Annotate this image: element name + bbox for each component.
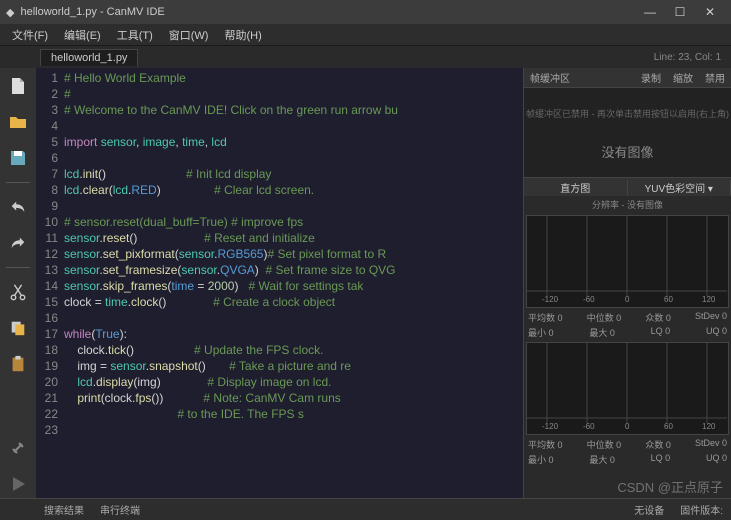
cut-button[interactable] — [4, 278, 32, 306]
save-button[interactable] — [4, 144, 32, 172]
svg-text:-120: -120 — [542, 422, 559, 431]
histogram-u: -120 -60 0 60 120 — [526, 342, 729, 435]
svg-text:-60: -60 — [583, 295, 595, 304]
search-results-tab[interactable]: 搜索结果 — [36, 500, 92, 519]
redo-button[interactable] — [4, 229, 32, 257]
disable-button[interactable]: 禁用 — [699, 68, 731, 87]
hist-stats-1b: 最小 0最大 0LQ 0UQ 0 — [524, 325, 731, 340]
title-bar: ◆ helloworld_1.py - CanMV IDE — ☐ ✕ — [0, 0, 731, 24]
status-bar: 搜索结果 串行终端 无设备 固件版本: — [0, 498, 731, 520]
menu-help[interactable]: 帮助(H) — [216, 25, 269, 45]
framebuffer-tab[interactable]: 帧缓冲区 — [524, 68, 576, 87]
record-button[interactable]: 录制 — [635, 68, 667, 87]
svg-text:120: 120 — [702, 422, 716, 431]
close-button[interactable]: ✕ — [695, 5, 725, 19]
run-button[interactable] — [4, 470, 32, 498]
new-file-button[interactable] — [4, 72, 32, 100]
hist-stats-2b: 最小 0最大 0LQ 0UQ 0 — [524, 452, 731, 467]
hist-stats-1: 平均数 0中位数 0众数 0StDev 0 — [524, 310, 731, 325]
editor-tab-bar: helloworld_1.py Line: 23, Col: 1 — [0, 46, 731, 68]
svg-text:0: 0 — [625, 295, 630, 304]
menu-file[interactable]: 文件(F) — [4, 25, 56, 45]
histogram-tab[interactable]: 直方图 — [524, 180, 628, 195]
menu-window[interactable]: 窗口(W) — [161, 25, 217, 45]
app-icon: ◆ — [6, 6, 14, 19]
copy-button[interactable] — [4, 314, 32, 342]
serial-terminal-tab[interactable]: 串行终端 — [92, 500, 148, 519]
menu-bar: 文件(F) 编辑(E) 工具(T) 窗口(W) 帮助(H) — [0, 24, 731, 46]
framebuffer-view: 帧缓冲区已禁用 - 再次单击禁用按钮以启用(右上角) 没有图像 — [524, 88, 731, 178]
left-toolbar — [0, 68, 36, 498]
svg-text:-120: -120 — [542, 295, 559, 304]
svg-text:120: 120 — [702, 295, 716, 304]
resolution-label: 分辨率 - 没有图像 — [524, 196, 731, 213]
histogram-y: -120 -60 0 60 120 — [526, 215, 729, 308]
menu-tools[interactable]: 工具(T) — [109, 25, 161, 45]
line-gutter: 1234567891011121314151617181920212223 — [36, 68, 64, 498]
window-title: helloworld_1.py - CanMV IDE — [20, 6, 164, 18]
svg-text:60: 60 — [664, 422, 673, 431]
code-editor[interactable]: 1234567891011121314151617181920212223 # … — [36, 68, 523, 498]
zoom-button[interactable]: 缩放 — [667, 68, 699, 87]
svg-text:-60: -60 — [583, 422, 595, 431]
svg-text:60: 60 — [664, 295, 673, 304]
open-file-button[interactable] — [4, 108, 32, 136]
code-content[interactable]: # Hello World Example## Welcome to the C… — [64, 68, 523, 498]
undo-button[interactable] — [4, 193, 32, 221]
fb-hint: 帧缓冲区已禁用 - 再次单击禁用按钮以启用(右上角) — [524, 105, 731, 122]
paste-button[interactable] — [4, 350, 32, 378]
svg-text:0: 0 — [625, 422, 630, 431]
maximize-button[interactable]: ☐ — [665, 5, 695, 19]
firmware-status: 固件版本: — [672, 500, 731, 519]
minimize-button[interactable]: — — [635, 5, 665, 19]
hist-stats-2: 平均数 0中位数 0众数 0StDev 0 — [524, 437, 731, 452]
colorspace-dropdown[interactable]: YUV色彩空间 ▾ — [628, 180, 731, 195]
line-col-indicator: Line: 23, Col: 1 — [654, 52, 721, 63]
right-panel: 帧缓冲区 录制 缩放 禁用 帧缓冲区已禁用 - 再次单击禁用按钮以启用(右上角)… — [523, 68, 731, 498]
menu-edit[interactable]: 编辑(E) — [56, 25, 109, 45]
device-status: 无设备 — [626, 500, 672, 519]
no-image-label: 没有图像 — [601, 142, 653, 161]
editor-pane: 1234567891011121314151617181920212223 # … — [36, 68, 523, 498]
connect-button[interactable] — [4, 434, 32, 462]
tab-file[interactable]: helloworld_1.py — [40, 49, 138, 66]
